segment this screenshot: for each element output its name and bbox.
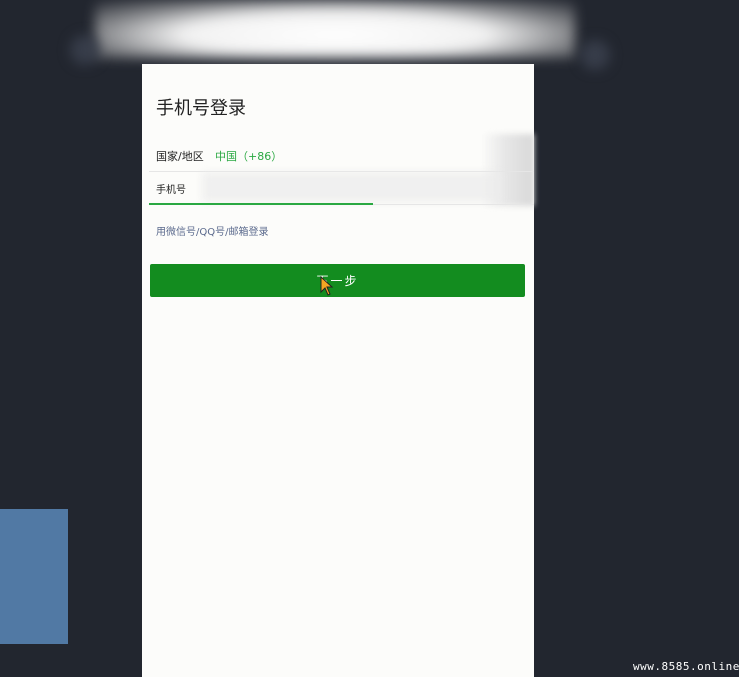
- country-selector[interactable]: 中国（+86）: [215, 148, 282, 164]
- screen-recording: 手机号登录 国家/地区 中国（+86） 手机号 用微信号/QQ号/邮箱登录 下一…: [0, 0, 739, 677]
- alt-login-link[interactable]: 用微信号/QQ号/邮箱登录: [156, 223, 268, 238]
- phone-label: 手机号: [156, 185, 186, 196]
- page-title: 手机号登录: [156, 98, 246, 119]
- phone-input-underline: [149, 203, 373, 205]
- blurred-blob: [580, 40, 610, 70]
- mouse-pointer-icon: [320, 276, 334, 296]
- next-button[interactable]: 下一步: [150, 264, 525, 297]
- blurred-blob: [70, 35, 100, 65]
- top-glare: [95, 0, 575, 58]
- watermark: www.8585.online: [633, 660, 739, 673]
- phone-input[interactable]: [202, 172, 502, 202]
- divider: [373, 204, 534, 205]
- country-label: 国家/地区: [156, 150, 204, 163]
- side-panel: [0, 509, 68, 644]
- phone-login-screen: 手机号登录 国家/地区 中国（+86） 手机号 用微信号/QQ号/邮箱登录 下一…: [142, 64, 534, 677]
